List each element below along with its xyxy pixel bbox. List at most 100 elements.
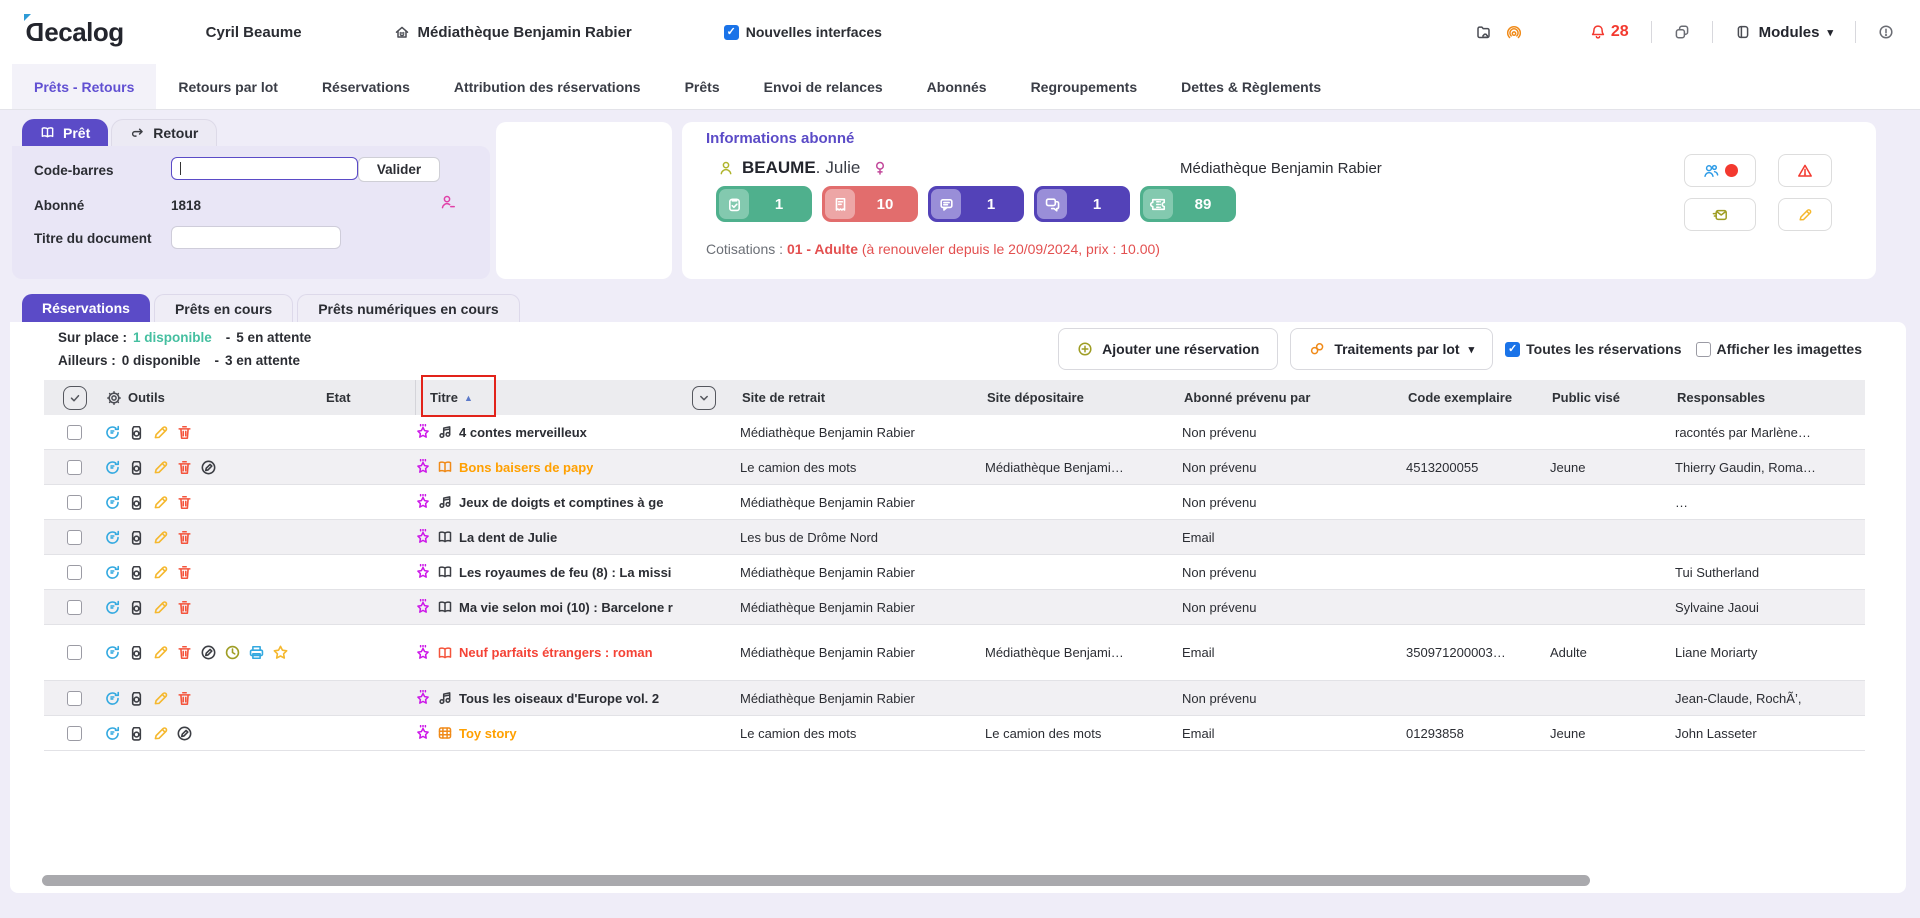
renew-tool-icon[interactable] [104,459,121,476]
trash-tool-icon[interactable] [176,494,193,511]
title-text[interactable]: La dent de Julie [459,530,557,545]
horizontal-scrollbar[interactable] [42,875,1590,886]
table-row[interactable]: Ma vie selon moi (10) : Barcelone r Médi… [44,590,1865,625]
item-tool-icon[interactable] [128,459,145,476]
nav-item-envoi-de-relances[interactable]: Envoi de relances [742,64,905,109]
title-text[interactable]: Neuf parfaits étrangers : roman [459,645,653,660]
folder-cloud-icon[interactable] [1476,24,1492,40]
subscriber-accounts-button[interactable] [1684,154,1756,187]
item-tool-icon[interactable] [128,690,145,707]
nav-item-r-servations[interactable]: Réservations [300,64,432,109]
edit-subscriber-button[interactable] [1778,198,1832,231]
renew-tool-icon[interactable] [104,529,121,546]
pencil-tool-icon[interactable] [152,644,169,661]
batch-actions-button[interactable]: Traitements par lot ▾ [1290,328,1493,370]
doc-title-input[interactable] [171,226,341,249]
subscriber-lastname[interactable]: BEAUME [742,158,816,178]
trash-tool-icon[interactable] [176,564,193,581]
trash-tool-icon[interactable] [176,599,193,616]
table-row[interactable]: Tous les oiseaux d'Europe vol. 2 Médiath… [44,681,1865,716]
clock-tool-icon[interactable] [224,644,241,661]
subscriber-badge[interactable]: 10 [822,186,918,222]
table-row[interactable]: 4 contes merveilleux Médiathèque Benjami… [44,415,1865,450]
modules-menu[interactable]: Modules ▾ [1735,24,1833,41]
col-site-depositaire[interactable]: Site dépositaire [985,390,1182,405]
star-tool-icon[interactable] [272,644,289,661]
table-row[interactable]: Toy story Le camion des mots Le camion d… [44,716,1865,751]
title-text[interactable]: Toy story [459,726,517,741]
pencil-tool-icon[interactable] [152,424,169,441]
help-icon[interactable] [1878,24,1894,40]
current-site[interactable]: Médiathèque Benjamin Rabier [394,24,632,41]
item-tool-icon[interactable] [128,424,145,441]
nav-item-abonn-s[interactable]: Abonnés [905,64,1009,109]
trash-tool-icon[interactable] [176,424,193,441]
pencil-tool-icon[interactable] [152,459,169,476]
pencil-tool-icon[interactable] [152,690,169,707]
subscriber-badge[interactable]: 89 [1140,186,1236,222]
item-tool-icon[interactable] [128,599,145,616]
printer-tool-icon[interactable] [248,644,265,661]
note-tool-icon[interactable] [200,644,217,661]
pencil-tool-icon[interactable] [152,564,169,581]
row-checkbox[interactable] [67,565,82,580]
col-code-exemplaire[interactable]: Code exemplaire [1406,390,1550,405]
table-row[interactable]: Neuf parfaits étrangers : roman Médiathè… [44,625,1865,681]
table-row[interactable]: Bons baisers de papy Le camion des mots … [44,450,1865,485]
nav-item-retours-par-lot[interactable]: Retours par lot [156,64,300,109]
windows-stack-icon[interactable] [1674,24,1690,40]
trash-tool-icon[interactable] [176,529,193,546]
renew-tool-icon[interactable] [104,424,121,441]
pencil-tool-icon[interactable] [152,725,169,742]
pencil-tool-icon[interactable] [152,529,169,546]
filter-toutes-les-r-servations[interactable]: Toutes les réservations [1505,341,1681,357]
nav-item-pr-ts[interactable]: Prêts [663,64,742,109]
reservation-tab[interactable]: Prêts en cours [154,294,293,322]
title-text[interactable]: Ma vie selon moi (10) : Barcelone r [459,600,673,615]
col-public-vise[interactable]: Public visé [1550,390,1675,405]
renew-tool-icon[interactable] [104,494,121,511]
warning-button[interactable] [1778,154,1832,187]
item-tool-icon[interactable] [128,494,145,511]
remove-subscriber-icon[interactable] [440,194,456,210]
title-text[interactable]: 4 contes merveilleux [459,425,587,440]
title-text[interactable]: Bons baisers de papy [459,460,593,475]
title-text[interactable]: Tous les oiseaux d'Europe vol. 2 [459,691,659,706]
pencil-tool-icon[interactable] [152,599,169,616]
col-outils[interactable]: Outils [104,390,310,406]
send-message-button[interactable] [1684,198,1756,231]
renew-tool-icon[interactable] [104,644,121,661]
notifications-button[interactable]: 28 [1590,23,1629,41]
col-site-retrait[interactable]: Site de retrait [740,390,985,405]
filter-afficher-les-imagettes[interactable]: Afficher les imagettes [1696,341,1863,357]
column-options-button[interactable] [692,386,716,410]
subscriber-badge[interactable]: 1 [1034,186,1130,222]
row-checkbox[interactable] [67,460,82,475]
col-responsables[interactable]: Responsables [1675,390,1865,405]
table-row[interactable]: Jeux de doigts et comptines à ge Médiath… [44,485,1865,520]
col-abonne-prevenu[interactable]: Abonné prévenu par [1182,390,1406,405]
subscriber-badge[interactable]: 1 [928,186,1024,222]
row-checkbox[interactable] [67,425,82,440]
renew-tool-icon[interactable] [104,564,121,581]
row-checkbox[interactable] [67,645,82,660]
tab-pret[interactable]: Prêt [22,119,108,146]
reservation-tab[interactable]: Prêts numériques en cours [297,294,520,322]
item-tool-icon[interactable] [128,529,145,546]
row-checkbox[interactable] [67,726,82,741]
barcode-input[interactable] [171,157,358,180]
renew-tool-icon[interactable] [104,690,121,707]
filter-checkbox[interactable] [1505,342,1520,357]
note-tool-icon[interactable] [176,725,193,742]
select-all-button[interactable] [63,386,87,410]
subscriber-badge[interactable]: 1 [716,186,812,222]
new-ui-toggle[interactable]: Nouvelles interfaces [724,24,882,40]
trash-tool-icon[interactable] [176,690,193,707]
current-user[interactable]: Cyril Beaume [206,24,302,41]
nav-item-regroupements[interactable]: Regroupements [1009,64,1160,109]
table-row[interactable]: Les royaumes de feu (8) : La missi Média… [44,555,1865,590]
rfid-icon[interactable] [1506,24,1522,40]
item-tool-icon[interactable] [128,725,145,742]
item-tool-icon[interactable] [128,564,145,581]
title-text[interactable]: Les royaumes de feu (8) : La missi [459,565,671,580]
